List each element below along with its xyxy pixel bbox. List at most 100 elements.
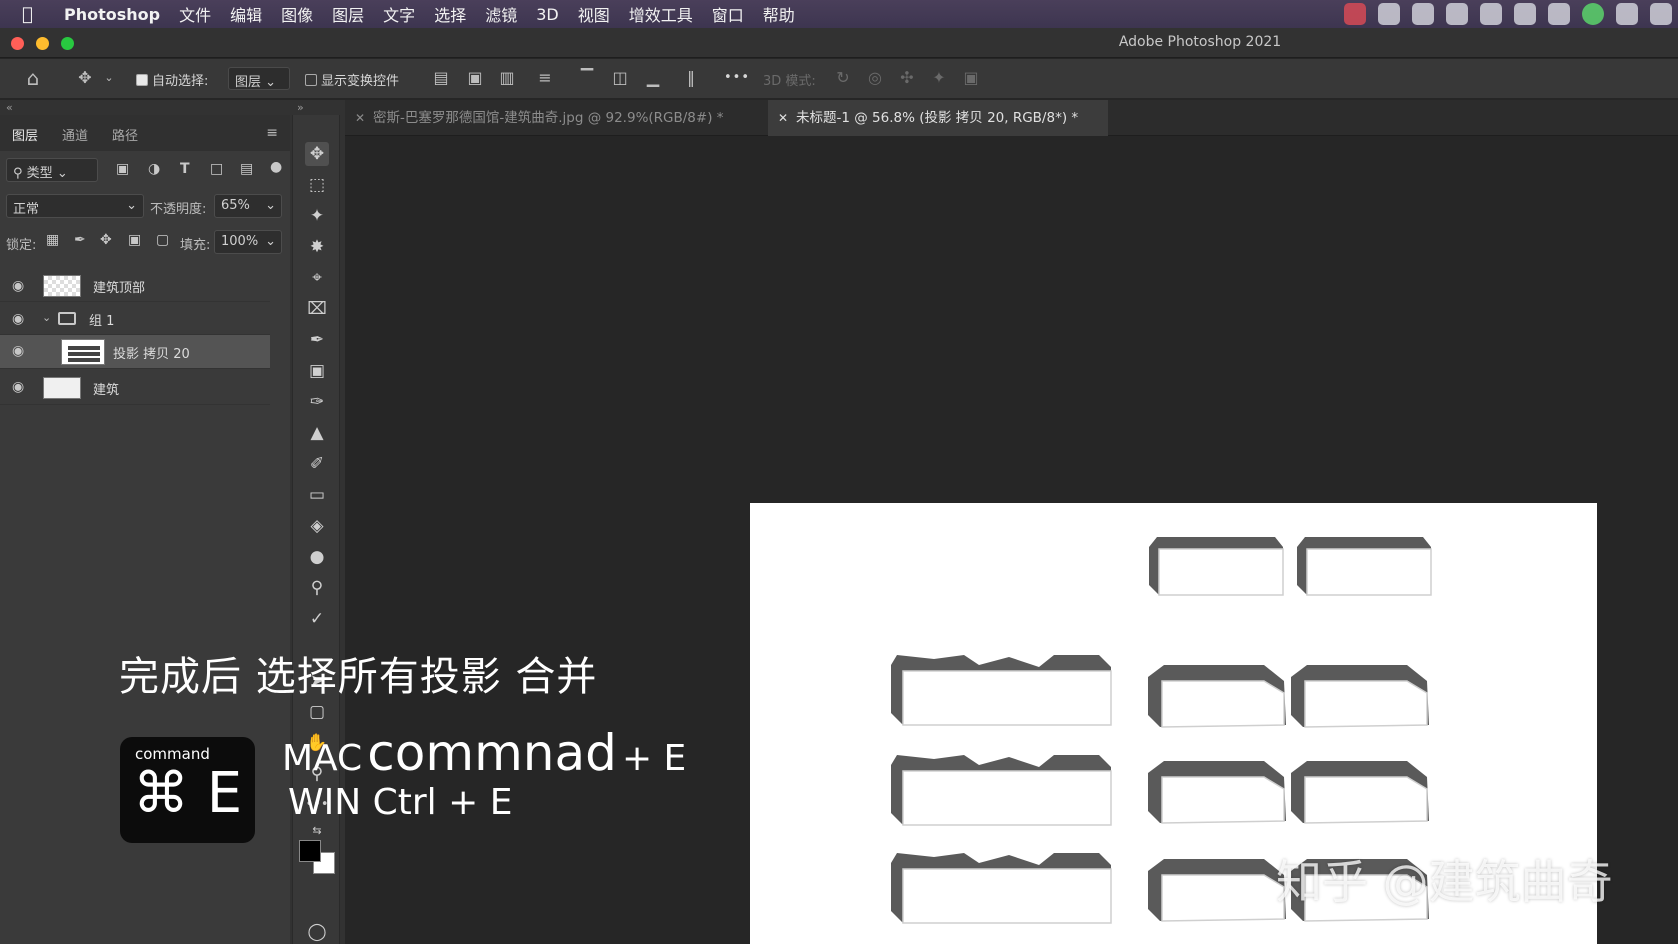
tray-cloud-icon[interactable] — [1378, 3, 1400, 25]
lock-image-icon[interactable]: ✒ — [74, 232, 86, 248]
filter-shape-icon[interactable]: □ — [210, 161, 223, 177]
menu-image[interactable]: 图像 — [281, 2, 313, 26]
align-center-h-icon[interactable]: ▣ — [466, 69, 484, 87]
lock-artboard-icon[interactable]: ▣ — [128, 232, 141, 248]
menu-3d[interactable]: 3D — [536, 5, 559, 24]
tray-clock-icon[interactable] — [1650, 3, 1672, 25]
menu-file[interactable]: 文件 — [179, 2, 211, 26]
tray-bell-icon[interactable] — [1480, 3, 1502, 25]
3d-camera-icon[interactable]: ▣ — [962, 69, 980, 87]
auto-select-target-dropdown[interactable]: 图层 ⌄ — [228, 67, 290, 90]
marquee-tool-icon[interactable]: ⬚ — [305, 173, 329, 197]
3d-roll-icon[interactable]: ◎ — [866, 69, 884, 87]
blur-tool-icon[interactable]: ● — [305, 545, 329, 569]
healing-tool-icon[interactable]: ▣ — [305, 359, 329, 383]
filter-type-icon[interactable]: T — [180, 161, 190, 177]
filter-kind-dropdown[interactable]: ⚲ 类型 ⌄ — [6, 158, 98, 182]
minimize-window-button[interactable] — [36, 37, 49, 50]
tray-wechat-icon[interactable] — [1514, 3, 1536, 25]
tab-channels[interactable]: 通道 — [62, 125, 88, 144]
visibility-eye-icon[interactable]: ◉ — [12, 379, 24, 395]
rectangle-tool-icon[interactable]: ▢ — [305, 700, 329, 724]
menu-edit[interactable]: 编辑 — [230, 2, 262, 26]
menu-app[interactable]: Photoshop — [64, 5, 160, 24]
distribute-v-icon[interactable]: ‖ — [682, 69, 700, 87]
lock-position-icon[interactable]: ✥ — [100, 232, 112, 248]
3d-slide-icon[interactable]: ✦ — [930, 69, 948, 87]
tray-s-icon[interactable] — [1446, 3, 1468, 25]
collapse-toolbar-icon[interactable]: » — [297, 101, 304, 114]
auto-select-checkbox[interactable]: 自动选择: — [136, 70, 208, 89]
3d-orbit-icon[interactable]: ↻ — [834, 69, 852, 87]
home-icon[interactable]: ⌂ — [24, 68, 42, 88]
brush-tool-icon[interactable]: ✑ — [305, 390, 329, 414]
history-brush-tool-icon[interactable]: ✐ — [305, 452, 329, 476]
chevron-down-icon[interactable]: ⌄ — [42, 311, 51, 324]
quick-mask-icon[interactable]: ◯ — [305, 920, 329, 944]
menu-help[interactable]: 帮助 — [763, 2, 795, 26]
tab-paths[interactable]: 路径 — [112, 125, 138, 144]
fill-input[interactable]: 100% ⌄ — [214, 230, 282, 254]
crop-tool-icon[interactable]: ⌖ — [305, 266, 329, 290]
menu-view[interactable]: 视图 — [578, 2, 610, 26]
tab-layers[interactable]: 图层 — [12, 125, 38, 144]
stamp-tool-icon[interactable]: ▲ — [305, 421, 329, 445]
doc-tab-2[interactable]: ✕ 未标题-1 @ 56.8% (投影 拷贝 20, RGB/8*) * — [768, 100, 1108, 136]
align-left-icon[interactable]: ▤ — [432, 69, 450, 87]
magic-wand-tool-icon[interactable]: ✸ — [305, 235, 329, 259]
align-middle-v-icon[interactable]: ◫ — [611, 69, 629, 87]
blend-mode-dropdown[interactable]: 正常 ⌄ — [6, 194, 144, 218]
more-options-button[interactable]: ••• — [724, 70, 750, 85]
close-tab-icon[interactable]: ✕ — [355, 100, 365, 136]
tray-screenshot-icon[interactable] — [1412, 3, 1434, 25]
layer-row[interactable]: ◉ 建筑顶部 — [0, 270, 270, 302]
opacity-input[interactable]: 65% ⌄ — [214, 194, 282, 218]
align-top-icon[interactable]: ▔ — [578, 69, 596, 87]
tray-display-icon[interactable] — [1616, 3, 1638, 25]
distribute-icon[interactable]: ≡ — [536, 69, 554, 87]
filter-smartobject-icon[interactable]: ▤ — [240, 161, 253, 177]
visibility-eye-icon[interactable]: ◉ — [12, 311, 24, 327]
visibility-eye-icon[interactable]: ◉ — [12, 343, 24, 359]
close-window-button[interactable] — [11, 37, 24, 50]
pen-tool-icon[interactable]: ✓ — [305, 607, 329, 631]
tray-app-icon[interactable] — [1344, 3, 1366, 25]
eyedropper-tool-icon[interactable]: ✒ — [305, 328, 329, 352]
lasso-tool-icon[interactable]: ✦ — [305, 204, 329, 228]
menu-layer[interactable]: 图层 — [332, 2, 364, 26]
layer-row-selected[interactable]: ◉ 投影 拷贝 20 — [0, 335, 270, 369]
doc-tab-1[interactable]: ✕ 密斯-巴塞罗那德国馆-建筑曲奇.jpg @ 92.9%(RGB/8#) * — [345, 100, 760, 136]
layer-row-group[interactable]: ◉ ⌄ 组 1 — [0, 303, 270, 335]
collapse-left-icon[interactable]: « — [6, 101, 13, 114]
panel-menu-icon[interactable]: ≡ — [266, 125, 278, 141]
chevron-down-icon[interactable]: ⌄ — [100, 69, 118, 87]
move-tool-icon[interactable]: ✥ — [305, 142, 329, 166]
layer-row[interactable]: ◉ 建筑 — [0, 371, 270, 405]
lock-transparent-icon[interactable]: ▦ — [46, 232, 59, 248]
menu-plugins[interactable]: 增效工具 — [629, 2, 693, 26]
tray-green-icon[interactable] — [1582, 3, 1604, 25]
menu-type[interactable]: 文字 — [383, 2, 415, 26]
filter-adjustment-icon[interactable]: ◑ — [148, 161, 160, 177]
align-bottom-icon[interactable]: ▁ — [644, 69, 662, 87]
menu-window[interactable]: 窗口 — [712, 2, 744, 26]
close-tab-icon[interactable]: ✕ — [778, 100, 788, 136]
align-right-icon[interactable]: ▥ — [498, 69, 516, 87]
menu-filter[interactable]: 滤镜 — [485, 2, 517, 26]
foreground-color-swatch[interactable] — [299, 840, 321, 862]
paint-bucket-tool-icon[interactable]: ◈ — [305, 514, 329, 538]
dodge-tool-icon[interactable]: ⚲ — [305, 576, 329, 600]
show-transform-checkbox[interactable]: 显示变换控件 — [305, 70, 399, 89]
visibility-eye-icon[interactable]: ◉ — [12, 278, 24, 294]
lock-all-icon[interactable]: ▢ — [156, 232, 169, 248]
apple-icon[interactable]:  — [22, 4, 46, 25]
eraser-tool-icon[interactable]: ▭ — [305, 483, 329, 507]
menu-select[interactable]: 选择 — [434, 2, 466, 26]
zoom-window-button[interactable] — [61, 37, 74, 50]
filter-pixel-icon[interactable]: ▣ — [116, 161, 129, 177]
3d-pan-icon[interactable]: ✣ — [898, 69, 916, 87]
filter-toggle-icon[interactable]: ● — [270, 159, 282, 175]
tray-baidu-icon[interactable] — [1548, 3, 1570, 25]
move-tool-icon[interactable]: ✥ — [76, 69, 94, 87]
frame-tool-icon[interactable]: ⌧ — [305, 297, 329, 321]
